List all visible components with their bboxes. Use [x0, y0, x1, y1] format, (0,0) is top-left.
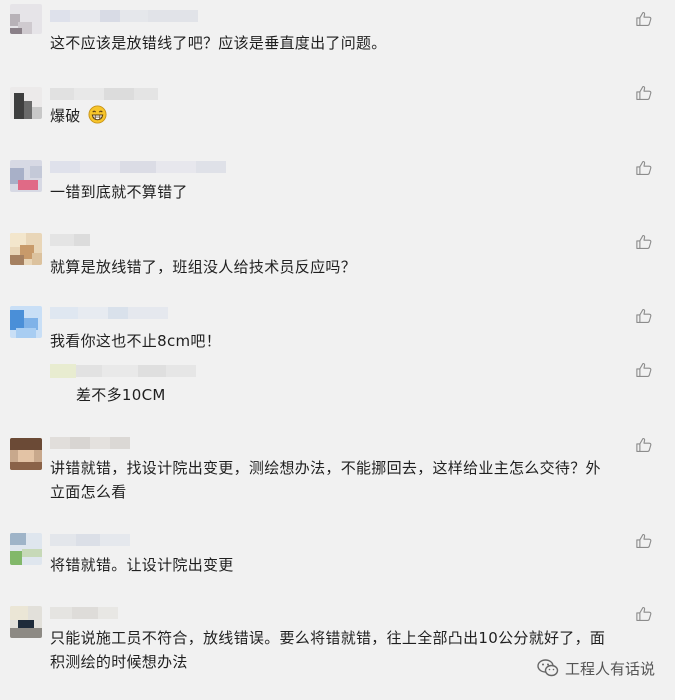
avatar[interactable] — [10, 533, 42, 565]
comment-text: 这不应该是放错线了吧？应该是垂直度出了问题。 — [50, 34, 387, 52]
thumbs-up-icon[interactable] — [635, 436, 653, 454]
username-blurred — [50, 88, 158, 100]
watermark-text: 工程人有话说 — [564, 659, 655, 678]
username-blurred — [50, 437, 130, 449]
thumbs-up-icon[interactable] — [635, 10, 653, 28]
thumbs-up-icon[interactable] — [635, 159, 653, 177]
avatar[interactable] — [10, 160, 42, 192]
username-blurred — [50, 161, 226, 173]
comment-text-line: 讲错就错，找设计院出变更，测绘想办法，不能挪回去，这样给业主怎么交待？外 — [50, 459, 601, 477]
username-blurred — [50, 534, 130, 546]
comment-text: 我看你这也不止8cm吧！ — [50, 332, 222, 350]
comment-text: 讲错就错，找设计院出变更，测绘想办法，不能挪回去，这样给业主怎么交待？外 立面怎… — [50, 456, 650, 504]
comment-text-line: 立面怎么看 — [50, 483, 127, 501]
comment-text: 一错到底就不算错了 — [50, 183, 188, 201]
avatar[interactable] — [10, 306, 42, 338]
reply-avatar[interactable] — [50, 364, 76, 378]
thumbs-up-icon[interactable] — [635, 361, 653, 379]
thumbs-up-icon[interactable] — [635, 605, 653, 623]
comment-text: 将错就错。让设计院出变更 — [50, 556, 234, 574]
watermark: 工程人有话说 — [537, 655, 655, 681]
reply-username-blurred — [76, 365, 196, 377]
wechat-icon — [537, 659, 559, 677]
username-blurred — [50, 234, 90, 246]
thumbs-up-icon[interactable] — [635, 532, 653, 550]
thumbs-up-icon[interactable] — [635, 233, 653, 251]
comment-text: 爆破 — [50, 104, 650, 128]
avatar[interactable] — [10, 438, 42, 470]
comment-text-content: 爆破 — [50, 107, 81, 125]
avatar[interactable] — [10, 87, 42, 119]
comment-text-line: 只能说施工员不符合，放线错误。要么将错就错，往上全部凸出10公分就好了，面 — [50, 629, 606, 647]
avatar[interactable] — [10, 233, 42, 265]
username-blurred — [50, 607, 118, 619]
avatar[interactable] — [10, 606, 42, 638]
username-blurred — [50, 10, 198, 22]
thumbs-up-icon[interactable] — [635, 84, 653, 102]
thumbs-up-icon[interactable] — [635, 307, 653, 325]
avatar[interactable] — [10, 4, 42, 34]
comment-text: 就算是放线错了，班组没人给技术员反应吗？ — [50, 258, 357, 276]
reply-text: 差不多10CM — [76, 386, 166, 404]
grinning-face-icon — [88, 105, 107, 124]
username-blurred — [50, 307, 168, 319]
